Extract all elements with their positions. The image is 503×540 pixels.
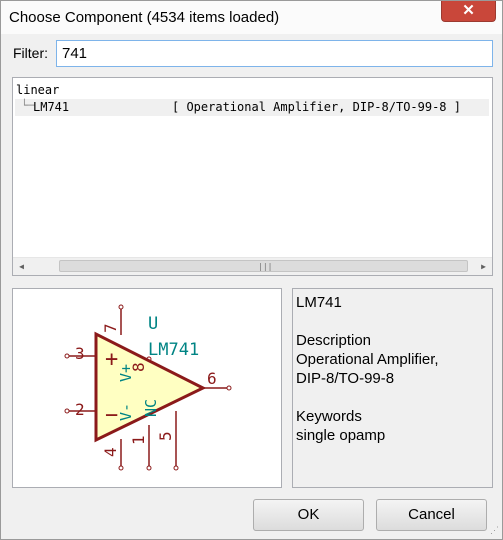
info-description-line2: DIP-8/TO-99-8 [296,370,395,387]
info-keywords-heading: Keywords [296,408,362,425]
component-tree[interactable]: linear └─ LM741 [ Operational Amplifier,… [12,77,493,276]
title-bar: Choose Component (4534 items loaded) ✕ [1,1,502,34]
symbol-preview: + − 3 2 6 7 4 8 1 5 V+ V- NC U LM741 [12,288,282,488]
info-keywords: single opamp [296,427,386,444]
grip-icon: ||| [258,262,273,271]
filter-input[interactable] [56,40,493,67]
tree-item-description: [ Operational Amplifier, DIP-8/TO-99-8 ] [172,100,461,114]
tree-item-lm741[interactable]: └─ LM741 [ Operational Amplifier, DIP-8/… [15,99,489,116]
scroll-thumb[interactable]: ||| [59,260,468,272]
pin-number-5: 5 [156,431,175,441]
info-description-line1: Operational Amplifier, [296,351,439,368]
cancel-button[interactable]: Cancel [376,499,487,531]
filter-label: Filter: [13,45,48,61]
tree-library-linear[interactable]: linear [16,83,59,97]
pin-number-4: 4 [101,447,120,457]
scroll-right-icon[interactable]: ▶ [475,258,492,275]
info-description-heading: Description [296,332,372,349]
pin-number-6: 6 [207,369,217,388]
pin-name-vplus: V+ [117,364,135,382]
opamp-symbol: + − 3 2 6 7 4 8 1 5 V+ V- NC U LM741 [64,304,232,471]
choose-component-dialog: Choose Component (4534 items loaded) ✕ F… [0,0,503,540]
pin-number-3: 3 [75,344,85,363]
resize-grip-icon[interactable]: ⋰ [490,525,499,536]
horizontal-scrollbar[interactable]: ◀ ||| ▶ [13,257,492,275]
pin-name-vminus: V- [117,403,135,421]
scroll-left-icon[interactable]: ◀ [13,258,30,275]
pin-number-2: 2 [75,400,85,419]
pin-number-1: 1 [129,435,148,445]
close-icon[interactable]: ✕ [441,1,496,22]
ok-button[interactable]: OK [253,499,364,531]
symbol-ref: U [148,314,158,334]
component-info-panel: LM741 Description Operational Amplifier,… [292,288,493,488]
tree-item-name: LM741 [33,100,70,114]
symbol-value: LM741 [148,340,199,360]
window-title: Choose Component (4534 items loaded) [9,9,280,26]
info-name: LM741 [296,294,342,311]
pin-name-nc: NC [142,399,160,417]
pin-number-7: 7 [101,323,120,333]
